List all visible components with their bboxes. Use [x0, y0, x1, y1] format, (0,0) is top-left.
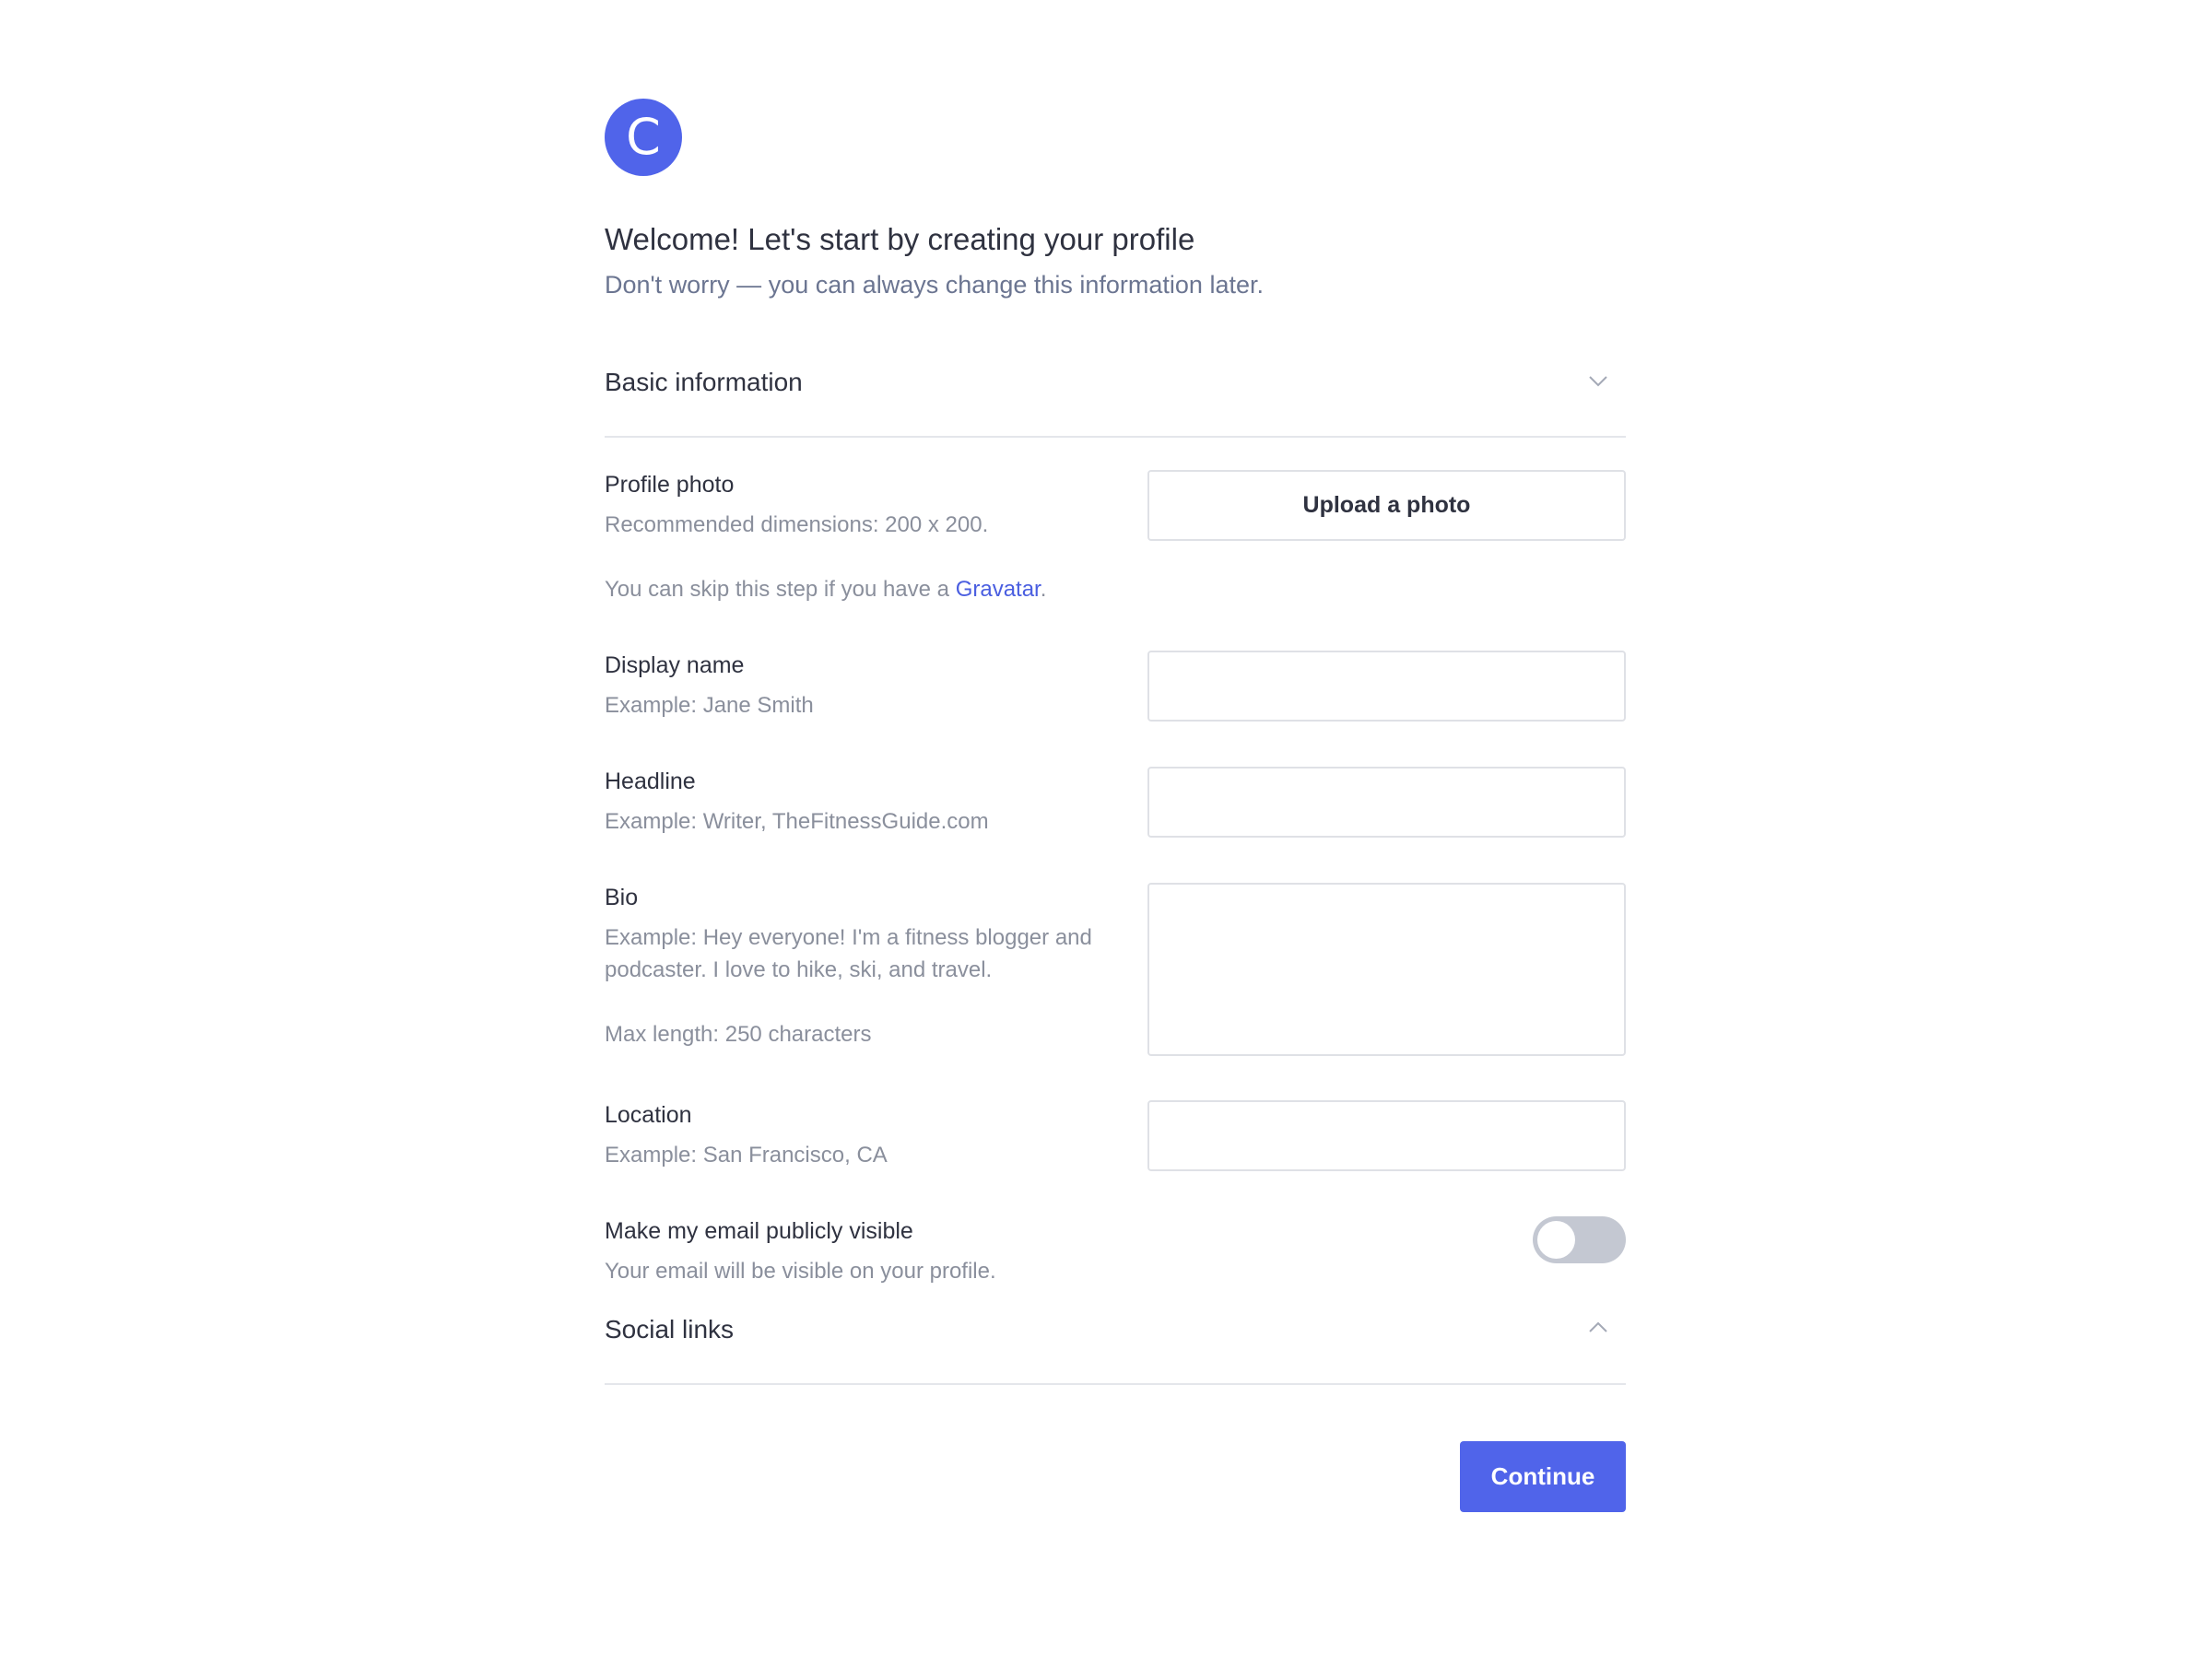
location-text: Location Example: San Francisco, CA — [605, 1100, 1148, 1171]
location-input[interactable] — [1147, 1100, 1626, 1171]
page-subtitle: Don't worry — you can always change this… — [605, 271, 1264, 299]
gravatar-note-prefix: You can skip this step if you have a — [605, 577, 956, 602]
bio-max-length: Max length: 250 characters — [605, 1022, 872, 1047]
toggle-knob — [1537, 1221, 1575, 1259]
basic-information-fields: Profile photo Recommended dimensions: 20… — [605, 438, 1626, 1346]
display-name-input[interactable] — [1147, 651, 1626, 722]
bio-text: Bio Example: Hey everyone! I'm a fitness… — [605, 883, 1148, 1050]
bio-textarea[interactable] — [1147, 883, 1626, 1056]
section-label-basic-information: Basic information — [605, 368, 803, 396]
form-actions: Continue — [605, 1385, 1626, 1569]
display-name-text: Display name Example: Jane Smith — [605, 651, 1148, 722]
chevron-up-icon[interactable] — [1587, 1317, 1609, 1339]
profile-photo-label: Profile photo — [605, 472, 735, 498]
brand-logo: C — [605, 99, 682, 176]
profile-setup-page: C Welcome! Let's start by creating your … — [0, 0, 2212, 1678]
page-title: Welcome! Let's start by creating your pr… — [605, 222, 1195, 256]
display-name-help: Example: Jane Smith — [605, 693, 814, 718]
headline-help: Example: Writer, TheFitnessGuide.com — [605, 809, 989, 834]
gravatar-link[interactable]: Gravatar — [956, 577, 1041, 602]
section-header-basic-information[interactable]: Basic information — [605, 327, 1626, 438]
gravatar-note: You can skip this step if you have a Gra… — [605, 573, 1148, 605]
email-visible-toggle[interactable] — [1533, 1216, 1626, 1263]
headline-input[interactable] — [1147, 767, 1626, 838]
chevron-down-icon[interactable] — [1587, 370, 1609, 392]
upload-photo-button[interactable]: Upload a photo — [1147, 470, 1626, 541]
section-label-social-links: Social links — [605, 1315, 735, 1344]
location-label: Location — [605, 1102, 692, 1128]
email-visible-label: Make my email publicly visible — [605, 1218, 913, 1244]
headline-label: Headline — [605, 769, 696, 794]
location-help: Example: San Francisco, CA — [605, 1143, 888, 1168]
display-name-label: Display name — [605, 652, 745, 678]
bio-help: Example: Hey everyone! I'm a fitness blo… — [605, 925, 1092, 982]
gravatar-note-suffix: . — [1040, 577, 1047, 602]
headline-text: Headline Example: Writer, TheFitnessGuid… — [605, 767, 1148, 838]
bio-label: Bio — [605, 885, 639, 910]
profile-photo-help: Recommended dimensions: 200 x 200. — [605, 512, 989, 537]
continue-button[interactable]: Continue — [1460, 1441, 1626, 1512]
section-header-social-links[interactable]: Social links — [605, 1274, 1626, 1385]
profile-photo-text: Profile photo Recommended dimensions: 20… — [605, 470, 1148, 605]
profile-form: C Welcome! Let's start by creating your … — [605, 99, 1626, 1569]
